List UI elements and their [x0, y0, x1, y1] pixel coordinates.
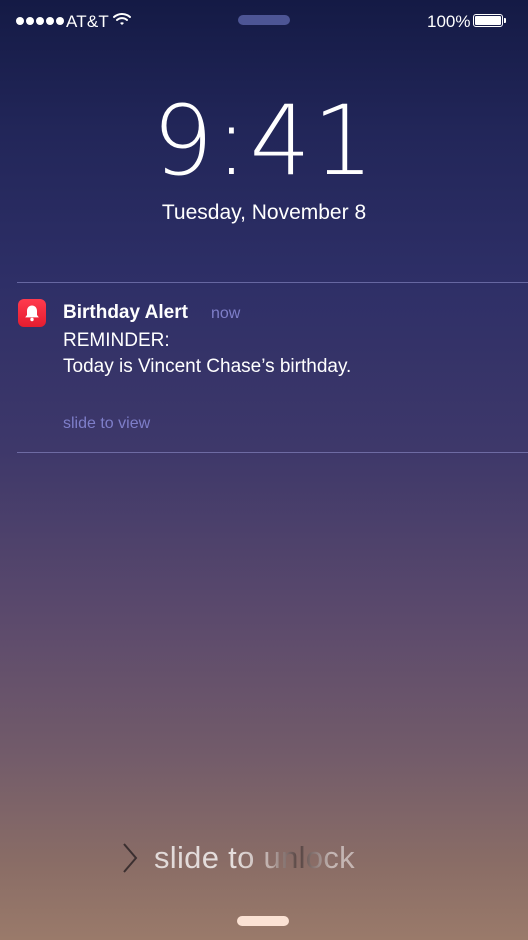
notification-message-line1: REMINDER:	[63, 330, 170, 351]
chevron-right-icon	[123, 843, 138, 873]
wifi-icon	[113, 13, 131, 25]
top-grabber-indicator[interactable]	[238, 15, 290, 25]
bell-icon	[18, 299, 46, 327]
status-bar: AT&T 100%	[0, 0, 528, 40]
notification-app-name: Birthday Alert	[63, 302, 188, 323]
clock-time: 9:41	[152, 85, 376, 197]
notification-message-line2: Today is Vincent Chase’s birthday.	[63, 356, 352, 377]
battery-percentage: 100%	[427, 12, 471, 31]
slide-to-unlock[interactable]: slide to unlock	[120, 838, 355, 878]
notification-divider-bottom	[17, 452, 528, 453]
clock-date: Tuesday, November 8	[161, 201, 367, 224]
signal-strength-icon	[16, 17, 64, 25]
home-indicator[interactable]	[237, 916, 289, 926]
carrier-name: AT&T	[66, 12, 109, 31]
slide-to-unlock-label: slide to unlock	[154, 840, 355, 875]
battery-icon	[473, 14, 506, 27]
notification-card[interactable]: Birthday Alert now REMINDER: Today is Vi…	[0, 283, 528, 453]
slide-to-view-hint[interactable]: slide to view	[63, 415, 150, 433]
notification-time: now	[211, 305, 241, 322]
